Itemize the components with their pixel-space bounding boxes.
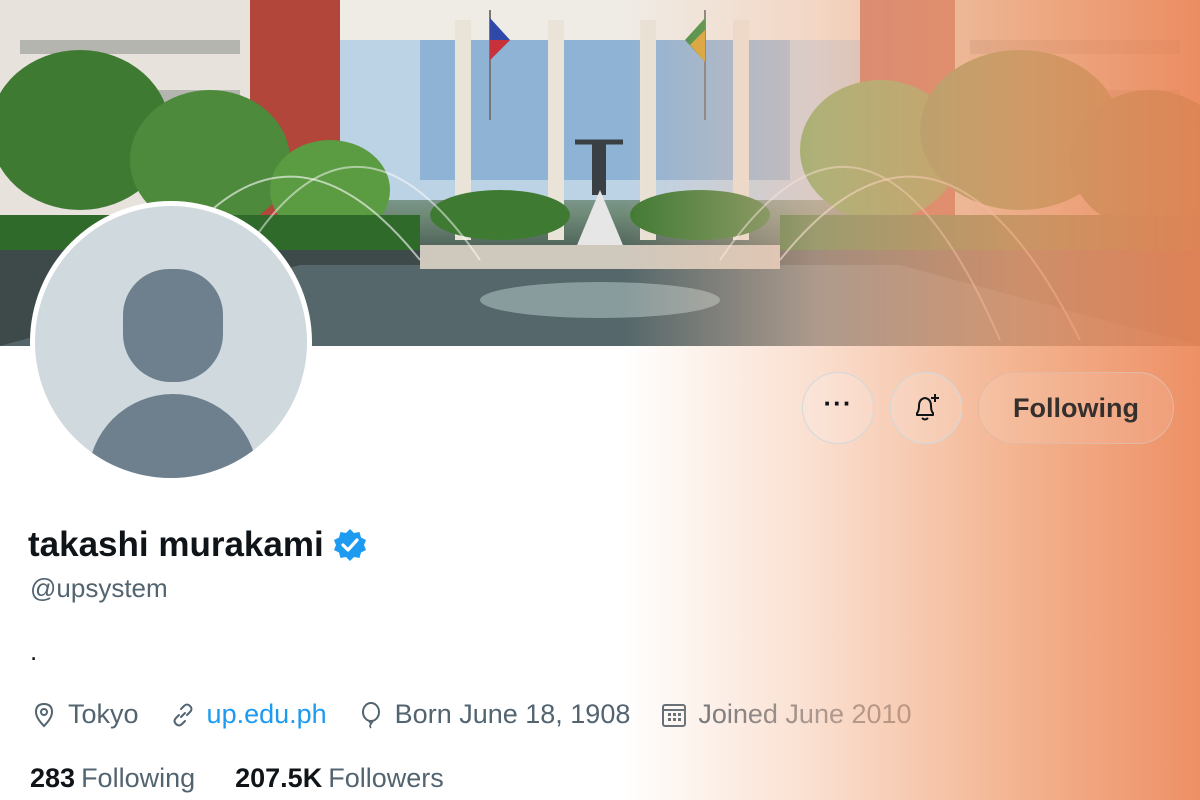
joined-text: Joined June 2010 <box>698 699 912 729</box>
display-name: takashi murakami <box>28 525 324 564</box>
profile-meta: Tokyo up.edu.ph Born June 18, 1908 Joine… <box>30 699 942 730</box>
website-link[interactable]: up.edu.ph <box>207 699 327 730</box>
location-text: Tokyo <box>68 699 139 729</box>
profile-actions: ··· Following <box>802 372 1174 444</box>
calendar-icon <box>662 703 687 727</box>
location-item: Tokyo <box>30 699 139 730</box>
default-avatar-icon <box>35 206 307 478</box>
birthday-text: Born June 18, 1908 <box>394 699 631 729</box>
following-count: 283 <box>30 763 76 793</box>
following-stat[interactable]: 283 Following <box>30 763 195 794</box>
following-button[interactable]: Following <box>978 372 1174 444</box>
verified-badge-icon[interactable] <box>332 527 368 563</box>
avatar-head-shape <box>123 269 223 382</box>
profile-avatar[interactable] <box>30 201 312 483</box>
followers-stat[interactable]: 207.5K Followers <box>235 763 444 794</box>
followers-stat-label: Followers <box>328 763 444 793</box>
more-horizontal-icon: ··· <box>823 388 853 418</box>
balloon-icon <box>361 701 380 729</box>
profile-stats: 283 Following 207.5K Followers <box>30 763 484 794</box>
following-stat-label: Following <box>81 763 196 793</box>
joined-item: Joined June 2010 <box>660 699 912 730</box>
followers-count: 207.5K <box>235 763 323 793</box>
more-button[interactable]: ··· <box>802 372 875 444</box>
location-pin-icon <box>34 702 54 727</box>
display-name-row: takashi murakami <box>28 525 368 565</box>
website-item[interactable]: up.edu.ph <box>169 699 327 730</box>
avatar-body-shape <box>88 394 258 478</box>
notify-button[interactable] <box>890 372 963 444</box>
bell-plus-icon <box>916 394 940 421</box>
profile-bio: . <box>30 636 38 666</box>
link-icon <box>173 703 193 726</box>
birthday-item: Born June 18, 1908 <box>357 699 631 730</box>
profile-handle: @upsystem <box>30 573 168 603</box>
